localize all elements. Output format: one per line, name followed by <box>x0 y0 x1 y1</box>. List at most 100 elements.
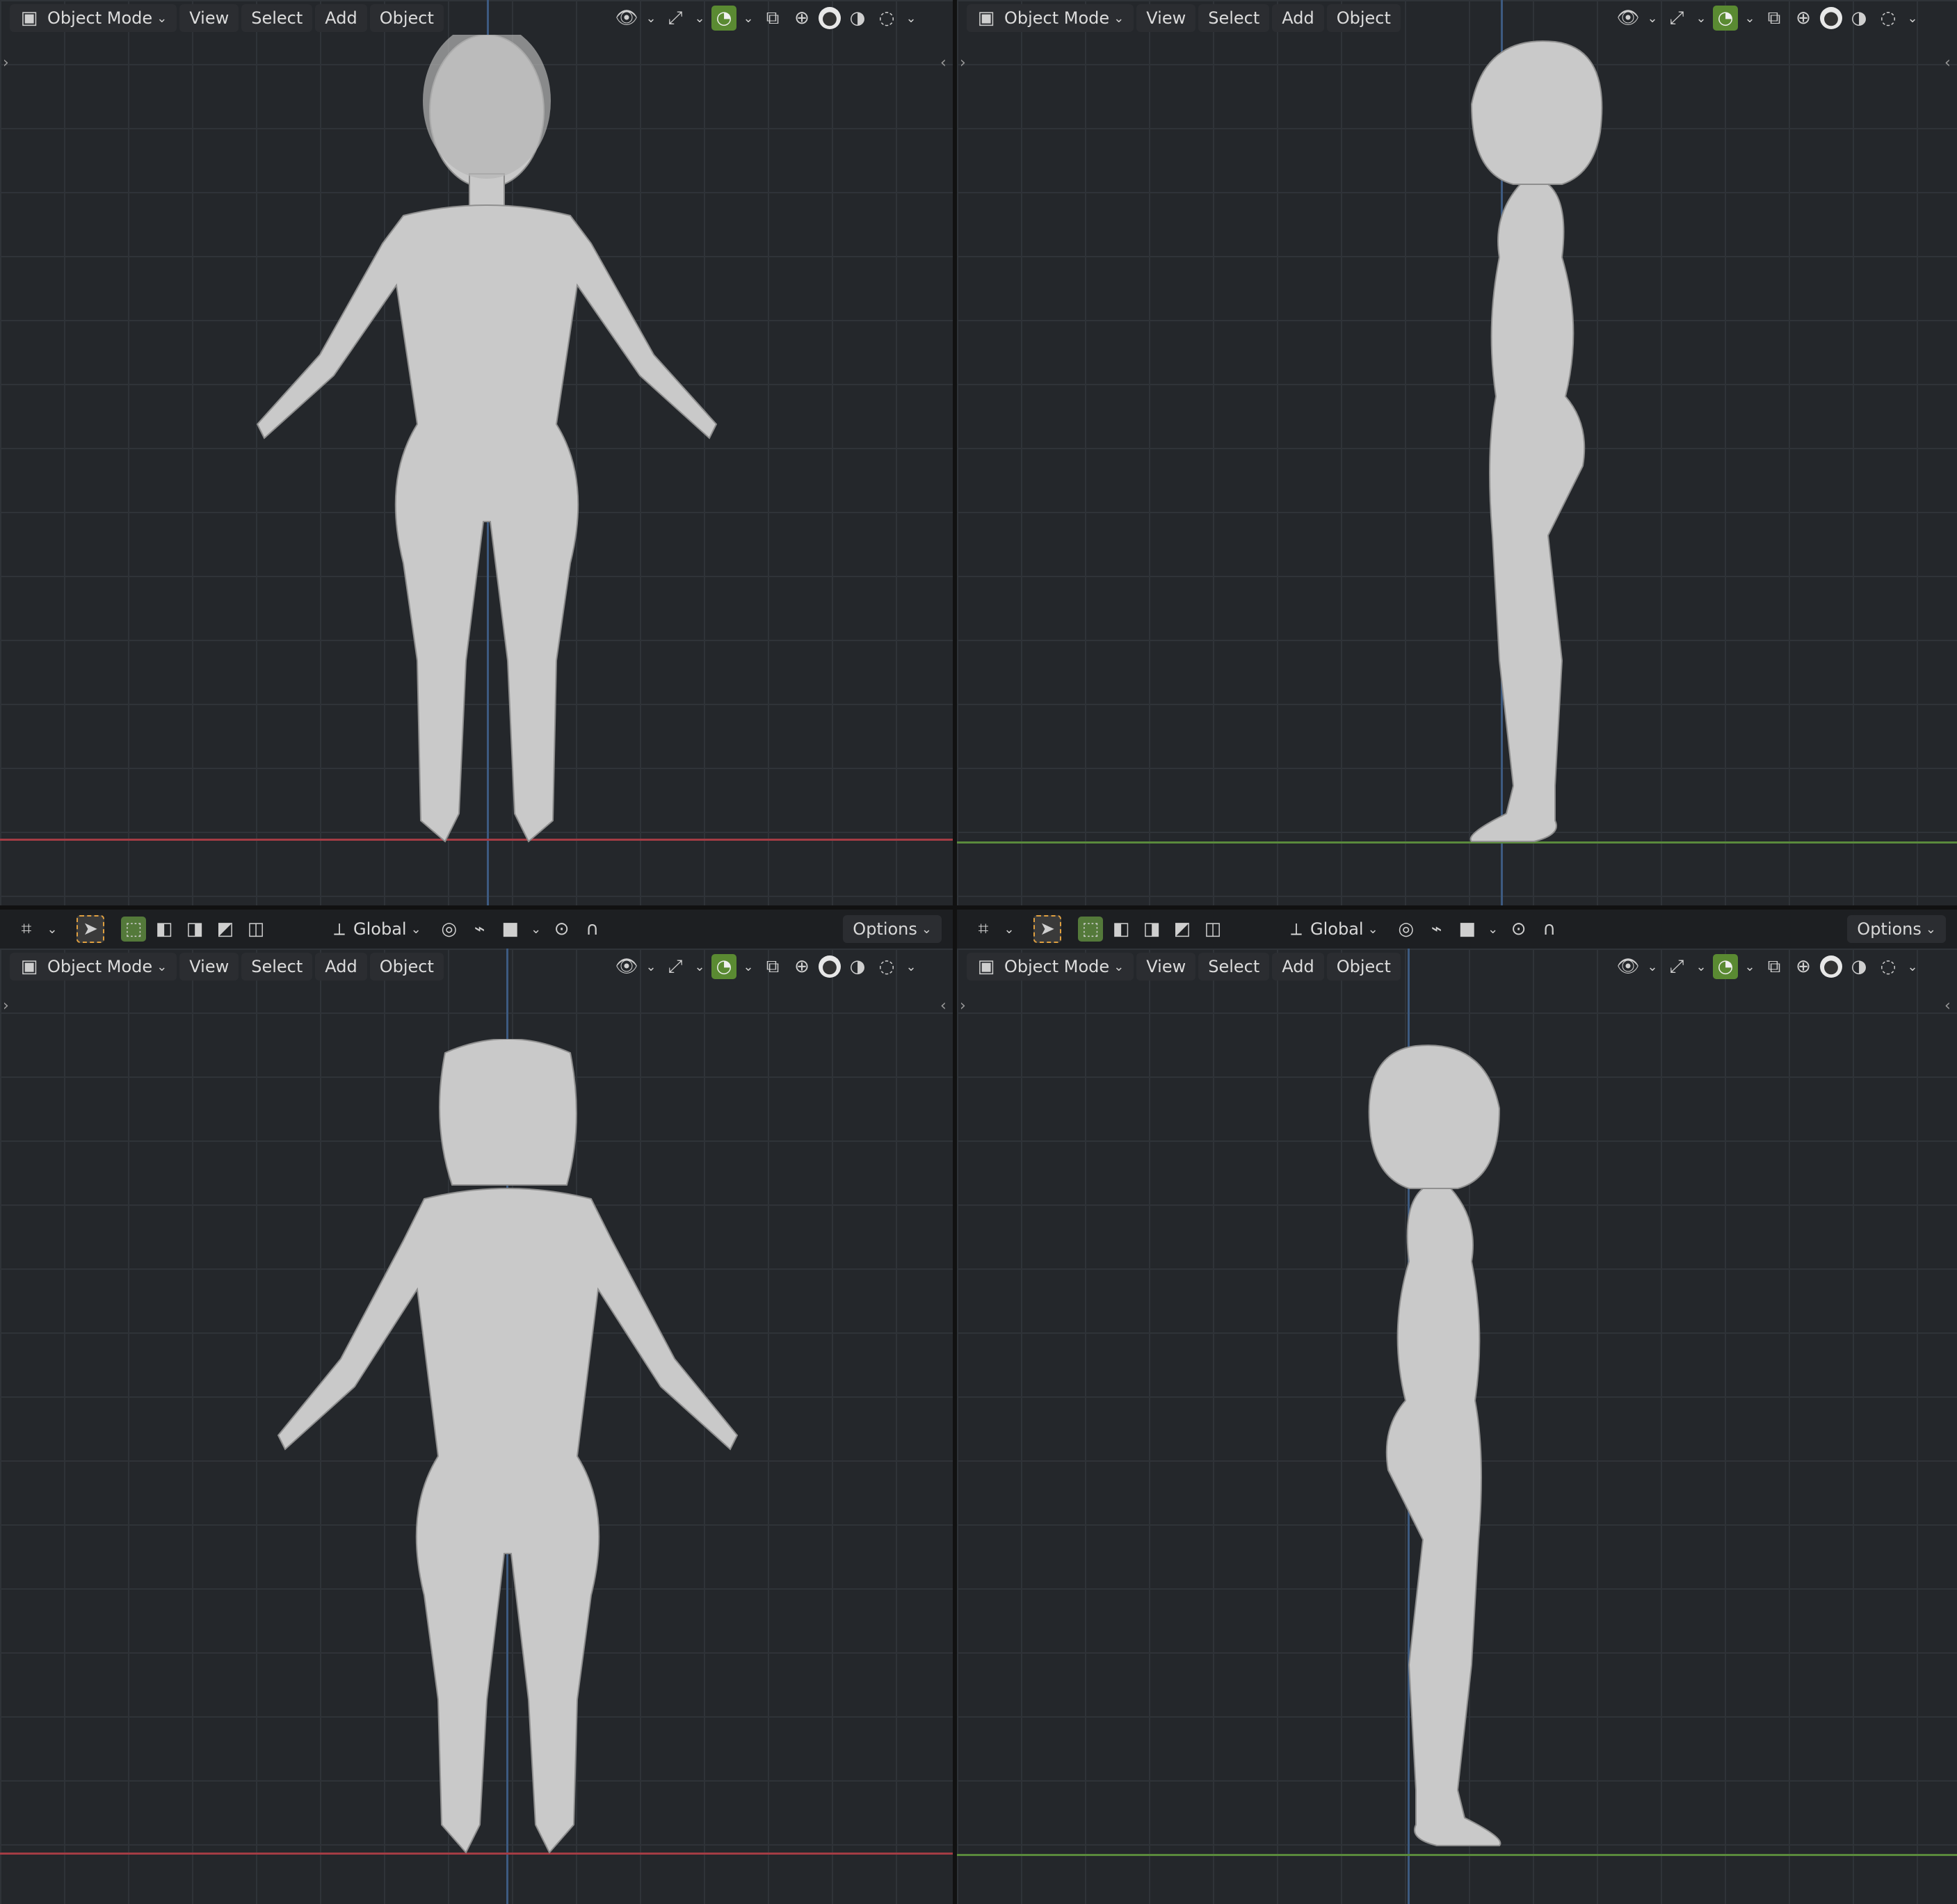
solid-shading-icon[interactable]: ● <box>1820 7 1842 29</box>
snap-target-icon[interactable]: ■ <box>498 917 523 942</box>
chevron-down-icon[interactable]: ⌄ <box>1485 917 1501 942</box>
xray-icon[interactable]: ⧉ <box>1762 954 1787 979</box>
menu-select[interactable]: Select <box>1198 4 1270 32</box>
chevron-down-icon[interactable]: ⌄ <box>1742 6 1757 31</box>
menu-add[interactable]: Add <box>315 4 367 32</box>
rendered-shading-icon[interactable]: ◌ <box>874 954 899 979</box>
wireframe-shading-icon[interactable]: ⊕ <box>789 6 814 31</box>
material-shading-icon[interactable]: ◑ <box>845 954 870 979</box>
eye-icon[interactable]: 👁 <box>614 954 639 979</box>
chevron-down-icon[interactable]: ⌄ <box>903 954 919 979</box>
transform-tool-icon[interactable]: ⌗ <box>971 917 996 942</box>
orientation-dropdown[interactable]: ⟂ Global ⌄ <box>1291 919 1378 939</box>
xray-icon[interactable]: ⧉ <box>760 6 785 31</box>
menu-view[interactable]: View <box>179 953 239 981</box>
select-extend-icon[interactable]: ◧ <box>1109 917 1134 942</box>
wireframe-shading-icon[interactable]: ⊕ <box>1791 6 1816 31</box>
menu-view[interactable]: View <box>179 4 239 32</box>
snap-target-icon[interactable]: ■ <box>1455 917 1480 942</box>
material-shading-icon[interactable]: ◑ <box>1846 954 1871 979</box>
menu-object[interactable]: Object <box>369 953 444 981</box>
overlay-icon[interactable]: ◔ <box>711 6 736 31</box>
menu-object[interactable]: Object <box>1326 4 1401 32</box>
menu-view[interactable]: View <box>1136 953 1196 981</box>
overlay-icon[interactable]: ◔ <box>711 954 736 979</box>
orientation-dropdown[interactable]: ⟂ Global ⌄ <box>334 919 421 939</box>
rendered-shading-icon[interactable]: ◌ <box>1876 954 1901 979</box>
snap-icon[interactable]: ⌁ <box>1424 917 1449 942</box>
options-dropdown[interactable]: Options ⌄ <box>843 915 942 943</box>
toolbar-expand-icon[interactable]: › <box>960 54 966 72</box>
chevron-down-icon[interactable]: ⌄ <box>643 6 659 31</box>
solid-shading-icon[interactable]: ● <box>819 955 841 978</box>
select-invert-icon[interactable]: ◩ <box>1170 917 1195 942</box>
select-intersect-icon[interactable]: ◫ <box>1200 917 1225 942</box>
rendered-shading-icon[interactable]: ◌ <box>874 6 899 31</box>
mode-dropdown[interactable]: ▣ Object Mode ⌄ <box>10 4 177 32</box>
toolbar-expand-icon[interactable]: › <box>960 997 966 1015</box>
overlay-icon[interactable]: ◔ <box>1713 6 1738 31</box>
chevron-down-icon[interactable]: ⌄ <box>1742 954 1757 979</box>
wireframe-shading-icon[interactable]: ⊕ <box>789 954 814 979</box>
sidebar-expand-icon[interactable]: ‹ <box>940 997 947 1015</box>
menu-view[interactable]: View <box>1136 4 1196 32</box>
mode-dropdown[interactable]: ▣ Object Mode ⌄ <box>10 953 177 981</box>
chevron-down-icon[interactable]: ⌄ <box>643 954 659 979</box>
gizmo-icon[interactable]: ⤢ <box>1664 6 1689 31</box>
menu-object[interactable]: Object <box>1326 953 1401 981</box>
menu-add[interactable]: Add <box>1272 4 1324 32</box>
material-shading-icon[interactable]: ◑ <box>1846 6 1871 31</box>
chevron-down-icon[interactable]: ⌄ <box>692 6 707 31</box>
falloff-icon[interactable]: ∩ <box>1537 917 1562 942</box>
sidebar-expand-icon[interactable]: ‹ <box>940 54 947 72</box>
select-invert-icon[interactable]: ◩ <box>213 917 238 942</box>
select-box-icon[interactable]: ⬚ <box>121 917 146 942</box>
overlay-icon[interactable]: ◔ <box>1713 954 1738 979</box>
falloff-icon[interactable]: ∩ <box>580 917 605 942</box>
menu-add[interactable]: Add <box>1272 953 1324 981</box>
chevron-down-icon[interactable]: ⌄ <box>45 917 60 942</box>
chevron-down-icon[interactable]: ⌄ <box>529 917 544 942</box>
cursor-select-icon[interactable]: ➤ <box>76 915 104 943</box>
gizmo-icon[interactable]: ⤢ <box>1664 954 1689 979</box>
options-dropdown[interactable]: Options ⌄ <box>1847 915 1946 943</box>
xray-icon[interactable]: ⧉ <box>760 954 785 979</box>
transform-tool-icon[interactable]: ⌗ <box>14 917 39 942</box>
toolbar-expand-icon[interactable]: › <box>3 997 9 1015</box>
mode-dropdown[interactable]: ▣ Object Mode ⌄ <box>967 953 1134 981</box>
select-subtract-icon[interactable]: ◨ <box>1139 917 1164 942</box>
chevron-down-icon[interactable]: ⌄ <box>741 954 756 979</box>
select-intersect-icon[interactable]: ◫ <box>243 917 268 942</box>
eye-icon[interactable]: 👁 <box>614 6 639 31</box>
pivot-icon[interactable]: ◎ <box>1394 917 1419 942</box>
eye-icon[interactable]: 👁 <box>1616 6 1641 31</box>
wireframe-shading-icon[interactable]: ⊕ <box>1791 954 1816 979</box>
proportional-edit-icon[interactable]: ⊙ <box>549 917 574 942</box>
material-shading-icon[interactable]: ◑ <box>845 6 870 31</box>
solid-shading-icon[interactable]: ● <box>1820 955 1842 978</box>
mode-dropdown[interactable]: ▣ Object Mode ⌄ <box>967 4 1134 32</box>
chevron-down-icon[interactable]: ⌄ <box>1693 6 1709 31</box>
chevron-down-icon[interactable]: ⌄ <box>903 6 919 31</box>
viewport-top-right[interactable]: ▣ Object Mode ⌄ View Select Add Object 👁… <box>957 0 1957 905</box>
viewport-bottom-left[interactable]: ▣ Object Mode ⌄ View Select Add Object 👁… <box>0 949 953 1904</box>
menu-object[interactable]: Object <box>369 4 444 32</box>
snap-icon[interactable]: ⌁ <box>467 917 492 942</box>
sidebar-expand-icon[interactable]: ‹ <box>1944 997 1951 1015</box>
solid-shading-icon[interactable]: ● <box>819 7 841 29</box>
chevron-down-icon[interactable]: ⌄ <box>1645 954 1660 979</box>
viewport-top-left[interactable]: ▣ Object Mode ⌄ View Select Add Object 👁… <box>0 0 953 905</box>
menu-add[interactable]: Add <box>315 953 367 981</box>
chevron-down-icon[interactable]: ⌄ <box>741 6 756 31</box>
chevron-down-icon[interactable]: ⌄ <box>692 954 707 979</box>
select-extend-icon[interactable]: ◧ <box>152 917 177 942</box>
xray-icon[interactable]: ⧉ <box>1762 6 1787 31</box>
chevron-down-icon[interactable]: ⌄ <box>1645 6 1660 31</box>
toolbar-expand-icon[interactable]: › <box>3 54 9 72</box>
menu-select[interactable]: Select <box>1198 953 1270 981</box>
cursor-select-icon[interactable]: ➤ <box>1033 915 1061 943</box>
menu-select[interactable]: Select <box>241 4 313 32</box>
menu-select[interactable]: Select <box>241 953 313 981</box>
chevron-down-icon[interactable]: ⌄ <box>1693 954 1709 979</box>
proportional-edit-icon[interactable]: ⊙ <box>1506 917 1531 942</box>
